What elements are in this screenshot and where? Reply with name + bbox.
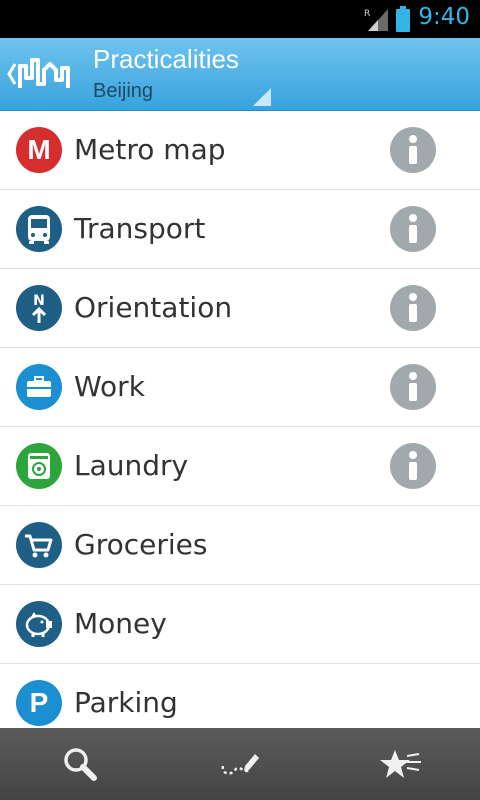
info-icon[interactable]: [390, 206, 436, 252]
list-item-label: Orientation: [74, 291, 233, 324]
shopping-cart-icon: [16, 522, 62, 568]
list-item-transport[interactable]: Transport: [0, 190, 480, 269]
signal-roaming-label: R: [364, 9, 370, 19]
washing-machine-icon: [16, 443, 62, 489]
favorites-icon: [380, 750, 421, 778]
bus-icon: [16, 206, 62, 252]
search-icon: [64, 748, 97, 781]
list-item-work[interactable]: Work: [0, 348, 480, 427]
list-item-parking[interactable]: P Parking: [0, 664, 480, 727]
favorites-button[interactable]: [320, 728, 480, 800]
page-title: Practicalities: [93, 44, 239, 74]
info-icon[interactable]: [390, 364, 436, 410]
list-item-label: Groceries: [74, 528, 208, 561]
status-bar: R 9:40: [0, 0, 480, 38]
status-time: 9:40: [418, 4, 470, 30]
list-item-label: Transport: [74, 212, 206, 245]
briefcase-icon: [16, 364, 62, 410]
list-item-label: Money: [74, 607, 167, 640]
list-item-orientation[interactable]: N Orientation: [0, 269, 480, 348]
list-item-label: Work: [74, 370, 145, 403]
metro-icon: M: [16, 127, 62, 173]
up-navigation-button[interactable]: [0, 38, 80, 110]
list-item-money[interactable]: Money: [0, 585, 480, 664]
list-item-metro-map[interactable]: M Metro map: [0, 111, 480, 190]
route-edit-icon: [221, 754, 259, 775]
chevron-left-icon: [7, 63, 17, 85]
bottom-toolbar: [0, 728, 480, 800]
action-bar: Practicalities Beijing: [0, 38, 480, 111]
parking-icon: P: [16, 680, 62, 726]
list-item-label: Parking: [74, 686, 178, 719]
practicalities-list: M Metro map Transport N Orientation Work…: [0, 111, 480, 727]
list-item-label: Laundry: [74, 449, 189, 482]
route-edit-button[interactable]: [160, 728, 320, 800]
battery-icon: [396, 6, 410, 32]
city-selector[interactable]: Practicalities Beijing: [93, 44, 271, 106]
info-icon[interactable]: [390, 443, 436, 489]
info-icon[interactable]: [390, 285, 436, 331]
dropdown-indicator-icon: [253, 88, 271, 106]
city-subtitle: Beijing: [93, 80, 154, 102]
list-item-groceries[interactable]: Groceries: [0, 506, 480, 585]
compass-north-icon: N: [16, 285, 62, 331]
city-logo-icon: [18, 58, 70, 88]
signal-icon: R: [364, 9, 388, 31]
list-item-laundry[interactable]: Laundry: [0, 427, 480, 506]
svg-text:N: N: [33, 293, 45, 309]
info-icon[interactable]: [390, 127, 436, 173]
list-item-label: Metro map: [74, 133, 226, 166]
search-button[interactable]: [0, 728, 160, 800]
piggy-bank-icon: [16, 601, 62, 647]
